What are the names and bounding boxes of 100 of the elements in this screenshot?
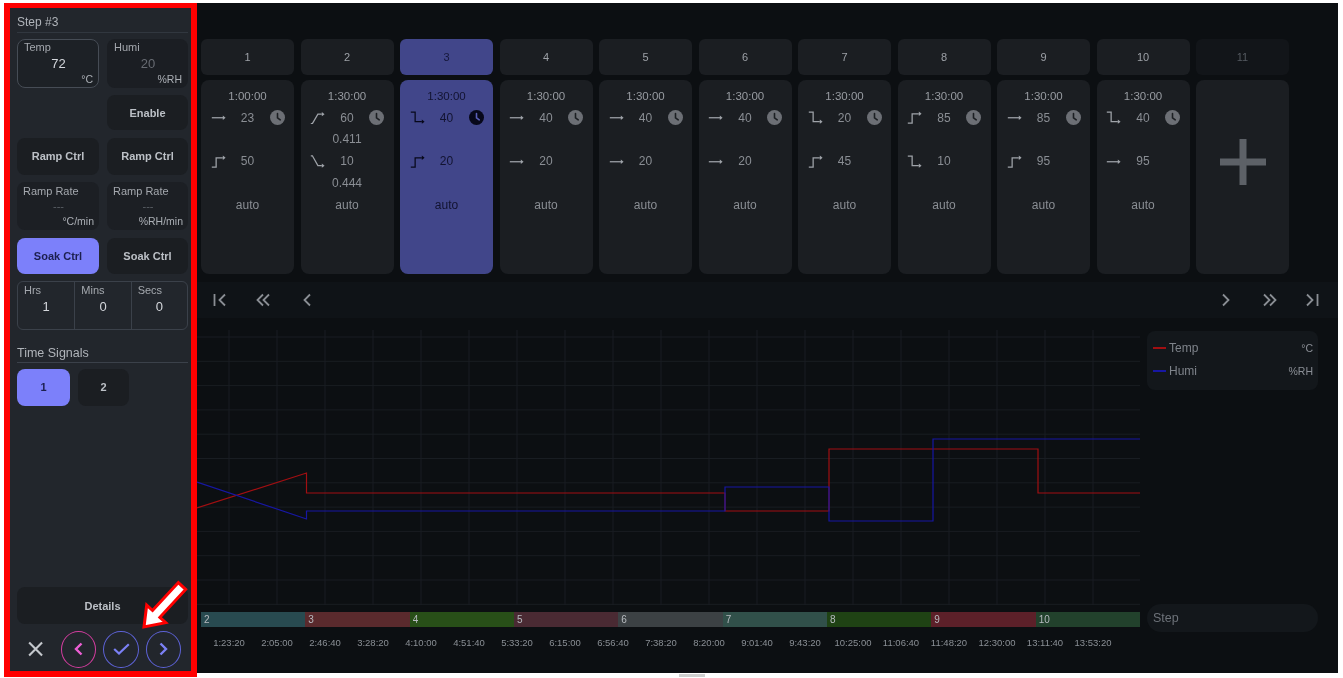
control-mode: auto (235, 197, 260, 212)
step-duration: 1:30:00 (626, 89, 665, 102)
legend-label: Humi (1169, 363, 1197, 378)
control-mode: auto (335, 197, 359, 212)
time-axis-label: 6:56:40 (597, 636, 629, 650)
time-axis-label: 13:53:20 (1074, 636, 1112, 650)
duration-field[interactable]: Hrs 1 (18, 281, 75, 329)
step-tab[interactable]: 7 (798, 39, 891, 75)
ramp-down-icon (310, 154, 325, 168)
duration-field[interactable]: Secs 0 (130, 281, 187, 329)
step-segment: 7 (722, 612, 827, 627)
clock-icon (667, 110, 683, 126)
control-mode: auto (932, 197, 956, 212)
next-button[interactable] (145, 630, 181, 668)
soak-ctrl-button[interactable]: Soak Ctrl (107, 237, 188, 274)
temp-setpoint: 85 (1036, 110, 1051, 125)
previous-button[interactable] (61, 630, 97, 668)
soak-ctrl-button[interactable]: Soak Ctrl (17, 237, 99, 274)
step-title: Step #3 (17, 15, 59, 29)
step-segment: 3 (305, 612, 410, 627)
step-card[interactable]: 1:30:00 40 20 auto (698, 80, 792, 274)
step-tab[interactable]: 4 (499, 39, 593, 75)
step-tab[interactable]: 10 (1096, 39, 1190, 75)
skip-last-icon[interactable] (1305, 293, 1319, 307)
control-mode: auto (633, 197, 658, 212)
step-tab[interactable]: 1 (201, 39, 294, 75)
clock-icon (1165, 110, 1180, 126)
control-mode: auto (1131, 197, 1155, 212)
control-mode: auto (733, 197, 757, 212)
step-duration: 1:30:00 (327, 89, 367, 102)
temp-setpoint: 85 (937, 110, 951, 125)
humi-setpoint: 20 (738, 154, 752, 169)
field-label: Secs (137, 283, 163, 297)
plus-icon (1219, 139, 1266, 185)
step-segment: 2 (201, 612, 306, 627)
humi-setpoint: 20 (638, 154, 653, 169)
ramp-ctrl-button[interactable]: Ramp Ctrl (17, 137, 99, 175)
time-axis-label: 11:06:40 (882, 636, 920, 650)
duration-field[interactable]: Mins 0 (74, 281, 131, 329)
step-card[interactable]: 1:30:00 40 95 auto (1096, 80, 1190, 274)
ramp-rate-field[interactable]: Ramp Rate --- °C/min (17, 182, 99, 231)
section-title: Time Signals (17, 345, 89, 360)
step-card[interactable]: 1:30:00 40 20 auto (599, 80, 692, 274)
time-axis-label: 4:51:40 (453, 636, 485, 650)
step-tab[interactable]: 9 (997, 39, 1090, 75)
humi-setpoint: 10 (937, 154, 951, 169)
time-signal-button[interactable]: 2 (78, 368, 129, 406)
clock-icon (568, 110, 583, 126)
step-card[interactable]: 1:30:00 85 95 auto (997, 80, 1090, 274)
time-axis-label: 9:01:40 (741, 636, 773, 650)
time-axis-label: 2:05:00 (261, 636, 293, 650)
right-arrow-icon (1106, 158, 1121, 165)
ramp-ctrl-button[interactable]: Ramp Ctrl (107, 137, 188, 175)
field-label: Humi (114, 41, 140, 54)
right-arrow-icon (509, 158, 524, 165)
skip-first-icon[interactable] (213, 293, 227, 307)
step-card[interactable]: 1:30:00 60 0.411 10 0.444 auto (300, 80, 394, 274)
step-card[interactable]: 1:00:00 23 50 auto (201, 80, 294, 274)
time-axis-label: 13:11:40 (1026, 636, 1064, 650)
chevron-right-icon (158, 642, 168, 656)
humi-setpoint: 20 (539, 154, 553, 169)
ramp-rate-field[interactable]: Ramp Rate --- %RH/min (107, 182, 188, 231)
step-segment: 9 (931, 612, 1036, 627)
humi-setpoint: 10 (340, 154, 354, 169)
step-down-icon (807, 111, 823, 125)
double-chevron-right-icon[interactable] (1263, 293, 1277, 307)
ramp-rate-input[interactable]: --- (113, 198, 183, 216)
clock-icon (767, 110, 782, 126)
control-mode: auto (832, 197, 857, 212)
step-card[interactable]: 1:30:00 40 20 auto (499, 80, 593, 274)
field-value: 0 (155, 297, 163, 316)
step-tab[interactable]: 5 (599, 39, 692, 75)
step-card[interactable]: 1:30:00 85 10 auto (897, 80, 991, 274)
confirm-button[interactable] (103, 630, 139, 668)
chevron-left-icon (74, 642, 84, 656)
field-unit: °C (81, 73, 93, 86)
setpoint-field[interactable]: Temp 72 °C (17, 39, 99, 88)
time-signal-button[interactable]: 1 (17, 368, 70, 406)
time-axis-label: 11:48:20 (930, 636, 968, 650)
time-axis-label: 10:25:00 (834, 636, 872, 650)
step-duration: 1:00:00 (228, 89, 267, 102)
enable-button[interactable]: Enable (107, 95, 188, 131)
right-arrow-icon (608, 114, 624, 121)
chevron-left-icon[interactable] (303, 293, 311, 307)
step-card[interactable]: 1:30:00 20 45 auto (798, 80, 891, 274)
close-icon[interactable] (28, 641, 44, 657)
step-up-icon (1006, 154, 1022, 168)
clock-icon (866, 110, 882, 126)
step-segment: 6 (618, 612, 723, 627)
step-tab[interactable]: 6 (698, 39, 792, 75)
ramp-rate-input[interactable]: --- (23, 198, 94, 216)
step-duration: 1:30:00 (825, 89, 864, 102)
time-axis-label: 4:10:00 (405, 636, 437, 650)
handle-icon (679, 674, 705, 677)
step-tab[interactable]: 8 (897, 39, 991, 75)
double-chevron-left-icon[interactable] (256, 293, 270, 307)
add-step-button[interactable] (1196, 80, 1289, 274)
step-tab[interactable]: 2 (300, 39, 394, 75)
chevron-right-icon[interactable] (1222, 293, 1230, 307)
step-duration: 1:30:00 (526, 89, 566, 102)
